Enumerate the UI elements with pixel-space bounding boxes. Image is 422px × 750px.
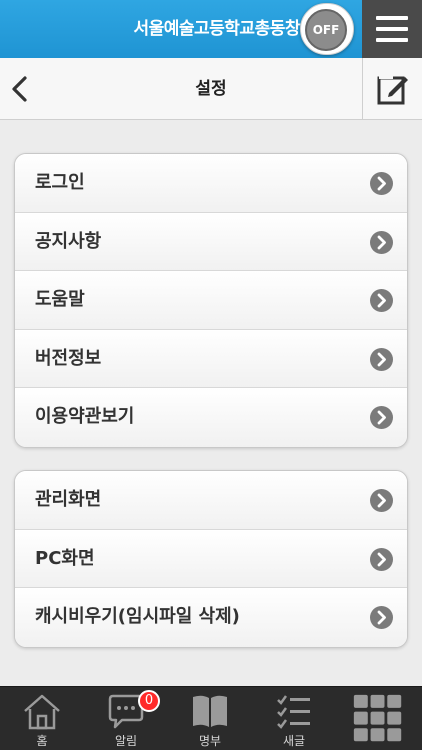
settings-item-label: 관리화면 xyxy=(35,489,102,510)
checklist-icon xyxy=(277,695,310,729)
chevron-right-icon xyxy=(370,547,393,571)
settings-item-label: 공지사항 xyxy=(35,230,102,252)
home-icon xyxy=(24,694,60,730)
hamburger-icon-line xyxy=(376,27,408,31)
tab-notifications-label: 알림 xyxy=(114,734,138,748)
settings-item-label: PC화면 xyxy=(35,547,95,569)
bottom-tabbar: 홈 0 알림 명부 새글 xyxy=(0,686,422,750)
chevron-right-icon xyxy=(370,489,393,512)
menu-button[interactable] xyxy=(362,0,422,58)
chevron-right-icon xyxy=(370,230,393,254)
tab-directory[interactable]: 명부 xyxy=(168,687,252,750)
notification-badge: 0 xyxy=(138,690,160,712)
settings-item-login[interactable]: 로그인 xyxy=(15,154,407,213)
tab-home-label: 홈 xyxy=(36,734,48,748)
tab-new-posts[interactable]: 새글 xyxy=(252,687,336,750)
tab-home[interactable]: 홈 xyxy=(0,687,84,750)
tab-notifications[interactable]: 0 알림 xyxy=(84,687,168,750)
tab-new-posts-label: 새글 xyxy=(282,734,306,748)
settings-item-label: 로그인 xyxy=(35,172,85,193)
settings-item-version[interactable]: 버전정보 xyxy=(15,329,407,389)
edit-icon xyxy=(377,75,408,105)
settings-item-label: 버전정보 xyxy=(35,347,102,369)
app-title: 서울예술고등학교총동창 xyxy=(133,19,300,39)
app-topbar: 서울예술고등학교총동창 OFF xyxy=(0,0,422,58)
settings-item-terms[interactable]: 이용약관보기 xyxy=(15,388,407,447)
tab-more[interactable] xyxy=(338,687,422,750)
tab-directory-label: 명부 xyxy=(198,734,222,748)
off-toggle[interactable]: OFF xyxy=(300,3,354,55)
hamburger-icon xyxy=(376,16,408,20)
grid-icon xyxy=(353,694,402,742)
settings-item-help[interactable]: 도움말 xyxy=(15,271,407,330)
book-icon xyxy=(193,695,227,727)
settings-item-label: 도움말 xyxy=(35,289,85,311)
chevron-right-icon xyxy=(370,172,393,195)
hamburger-icon-line xyxy=(376,38,408,42)
toggle-knob: OFF xyxy=(305,9,347,51)
page-title: 설정 xyxy=(195,79,227,99)
chevron-right-icon xyxy=(370,347,393,371)
settings-item-admin[interactable]: 관리화면 xyxy=(15,471,407,530)
chevron-right-icon xyxy=(370,406,393,430)
edit-button[interactable] xyxy=(362,58,422,119)
chevron-right-icon xyxy=(370,606,393,630)
settings-item-notice[interactable]: 공지사항 xyxy=(15,212,407,272)
settings-item-pc-view[interactable]: PC화면 xyxy=(15,529,407,589)
settings-item-clear-cache[interactable]: 캐시비우기(임시파일 삭제) xyxy=(15,588,407,647)
settings-group-admin: 관리화면 PC화면 캐시비우기(임시파일 삭제) xyxy=(14,470,408,648)
settings-item-label: 캐시비우기(임시파일 삭제) xyxy=(35,606,240,628)
page-header: 설정 xyxy=(0,58,422,120)
settings-item-label: 이용약관보기 xyxy=(35,406,135,428)
chevron-right-icon xyxy=(370,289,393,313)
settings-group-main: 로그인 공지사항 도움말 버전정보 이용약관보기 xyxy=(14,153,408,448)
